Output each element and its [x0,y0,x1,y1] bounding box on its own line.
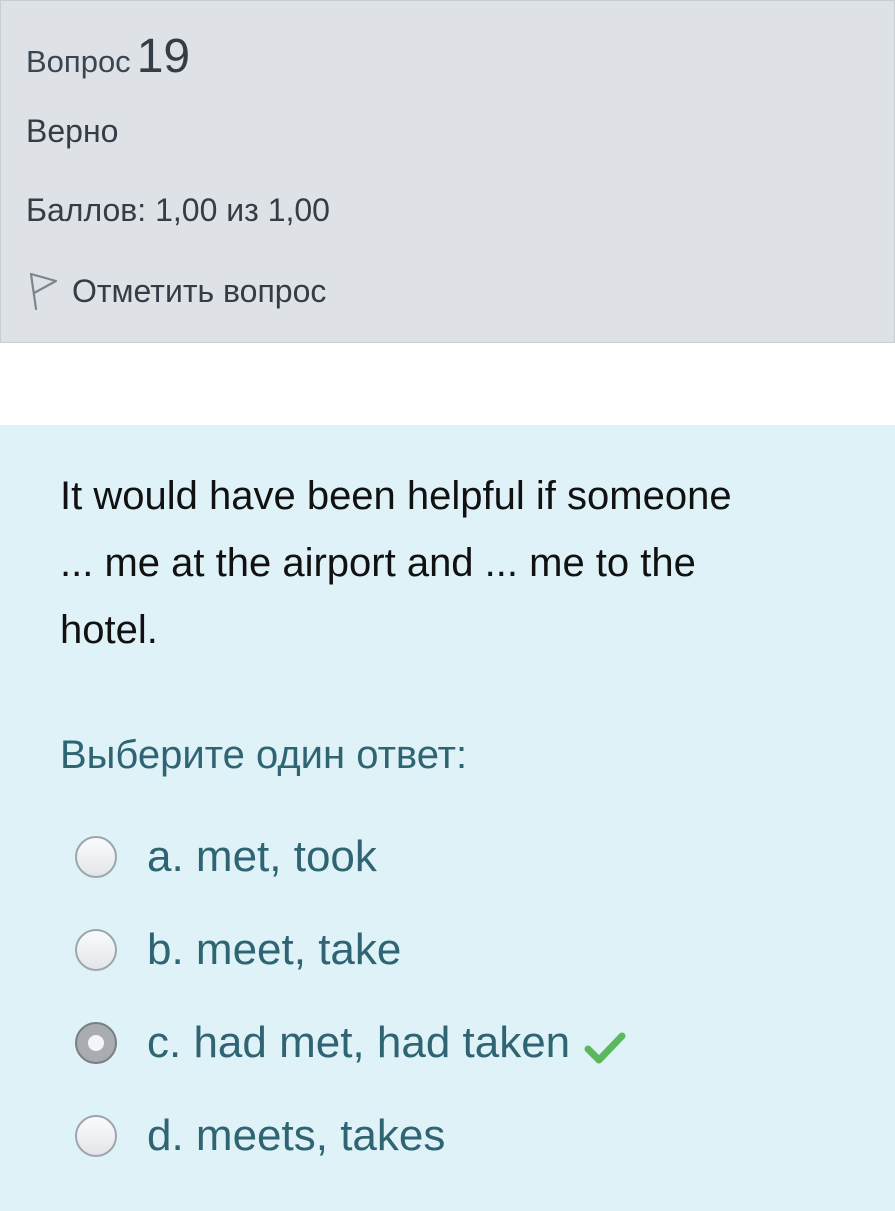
question-content-panel: It would have been helpful if someone ..… [0,425,895,1211]
question-state: Верно [26,113,119,149]
answer-radio-c[interactable] [75,1021,117,1064]
question-grade: Баллов: 1,00 из 1,00 [26,192,330,228]
answer-option-b[interactable]: b. meet, take [75,903,626,996]
question-heading-label: Вопрос [26,44,131,79]
answer-radio-b[interactable] [75,928,117,971]
check-icon [584,1027,626,1064]
answer-radio-d[interactable] [75,1114,117,1157]
answer-option-c[interactable]: c. had met, had taken [75,996,626,1089]
answer-label-b: b. meet, take [147,924,402,974]
question-text: It would have been helpful if someone ..… [60,474,732,652]
answer-label-d: d. meets, takes [147,1110,446,1160]
answer-label-c-text: c. had met, had taken [147,1017,571,1067]
answer-label-a: a. met, took [147,831,377,881]
answer-prompt: Выберите один ответ: [60,733,468,777]
flag-icon [26,269,62,313]
flag-question-button[interactable]: Отметить вопрос [26,269,326,313]
answer-radio-a[interactable] [75,835,117,878]
answer-label-c: c. had met, had taken [147,1018,626,1068]
question-number: 19 [136,30,191,83]
answer-list: a. met, took b. meet, take c. had met, h… [75,810,626,1182]
question-heading: Вопрос 19 [26,25,190,94]
answer-option-a[interactable]: a. met, took [75,810,626,903]
answer-option-d[interactable]: d. meets, takes [75,1089,626,1182]
flag-question-label: Отметить вопрос [72,272,327,309]
question-info-panel: Вопрос 19 Верно Баллов: 1,00 из 1,00 Отме… [0,0,895,343]
